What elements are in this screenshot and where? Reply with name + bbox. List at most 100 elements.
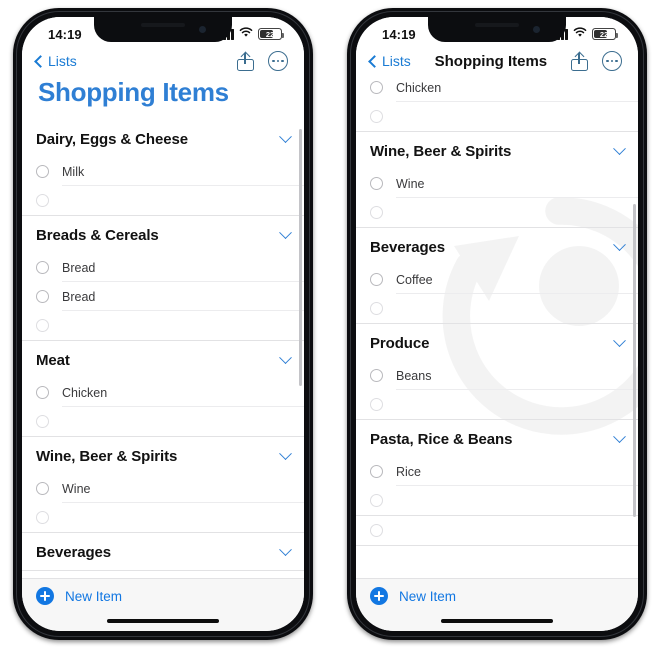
front-camera-icon: [533, 26, 540, 33]
home-indicator-area: [356, 611, 638, 631]
list-item[interactable]: Beans: [356, 361, 638, 390]
item-checkbox-empty[interactable]: [36, 415, 49, 428]
more-circle-icon[interactable]: [602, 51, 622, 71]
list-section: Beverages: [22, 533, 304, 571]
item-checkbox[interactable]: [370, 465, 383, 478]
list-section: Beverages Coffee: [356, 228, 638, 324]
section-title: Beverages: [370, 239, 445, 256]
share-icon[interactable]: [571, 51, 588, 71]
list-item[interactable]: [356, 486, 638, 515]
section-header-4[interactable]: Beverages: [22, 533, 304, 570]
list-item[interactable]: [22, 186, 304, 215]
list-item[interactable]: Chicken: [356, 73, 638, 102]
list-content: Dairy, Eggs & Cheese Milk Breads & Cereals…: [22, 120, 304, 571]
section-header-0[interactable]: Wine, Beer & Spirits: [356, 132, 638, 169]
item-checkbox[interactable]: [370, 81, 383, 94]
list-item[interactable]: [356, 198, 638, 227]
list-item[interactable]: [22, 503, 304, 532]
list-section: Produce Beans: [356, 324, 638, 420]
list-content: Chicken Wine, Beer & Spirits Wine Beverages…: [356, 73, 638, 546]
back-button[interactable]: Lists: [34, 53, 77, 69]
battery-percent-label: 22: [599, 29, 609, 39]
chevron-down-icon[interactable]: [279, 543, 292, 557]
item-checkbox-empty[interactable]: [36, 194, 49, 207]
new-item-button[interactable]: New Item: [22, 578, 304, 611]
chevron-down-icon[interactable]: [613, 238, 626, 252]
item-checkbox[interactable]: [370, 273, 383, 286]
list-item-label: Chicken: [62, 385, 108, 400]
section-header-1[interactable]: Beverages: [356, 228, 638, 265]
section-title: Pasta, Rice & Beans: [370, 431, 513, 448]
section-header-2[interactable]: Produce: [356, 324, 638, 361]
item-checkbox[interactable]: [36, 290, 49, 303]
phone-left: 14:19 22 Lists Shopping Items Dairy, Eggs & …: [13, 8, 313, 640]
list-item[interactable]: Coffee: [356, 265, 638, 294]
item-checkbox[interactable]: [370, 177, 383, 190]
list-item[interactable]: Chicken: [22, 378, 304, 407]
item-checkbox[interactable]: [36, 482, 49, 495]
list-item[interactable]: Milk: [22, 157, 304, 186]
list-item[interactable]: [356, 390, 638, 419]
earpiece-speaker: [475, 23, 519, 27]
status-bar-clock: 14:19: [382, 26, 416, 42]
item-checkbox-empty[interactable]: [36, 511, 49, 524]
list-item[interactable]: Bread: [22, 253, 304, 282]
share-icon[interactable]: [237, 51, 254, 71]
new-item-label: New Item: [399, 588, 457, 604]
chevron-left-icon: [34, 54, 47, 68]
list-item-label: Beans: [396, 368, 432, 383]
list-item-label: Bread: [62, 260, 96, 275]
section-header-3[interactable]: Wine, Beer & Spirits: [22, 437, 304, 474]
item-checkbox[interactable]: [36, 386, 49, 399]
list-item[interactable]: Bread: [22, 282, 304, 311]
list-item[interactable]: [22, 407, 304, 436]
more-circle-icon[interactable]: [268, 51, 288, 71]
front-camera-icon: [199, 26, 206, 33]
home-indicator[interactable]: [107, 619, 219, 623]
list-item[interactable]: Rice: [356, 457, 638, 486]
section-header-0[interactable]: Dairy, Eggs & Cheese: [22, 120, 304, 157]
home-indicator-area: [22, 611, 304, 631]
chevron-down-icon[interactable]: [279, 351, 292, 365]
home-indicator[interactable]: [441, 619, 553, 623]
item-checkbox-empty[interactable]: [370, 110, 383, 123]
chevron-down-icon[interactable]: [279, 226, 292, 240]
chevron-down-icon[interactable]: [279, 130, 292, 144]
list-section-partial: Chicken: [356, 73, 638, 132]
list-item[interactable]: Wine: [356, 169, 638, 198]
section-header-1[interactable]: Breads & Cereals: [22, 216, 304, 253]
chevron-down-icon[interactable]: [613, 430, 626, 444]
list-item[interactable]: [356, 516, 638, 545]
item-checkbox-empty[interactable]: [370, 206, 383, 219]
list-item[interactable]: [356, 294, 638, 323]
list-item[interactable]: [356, 102, 638, 131]
section-title: Wine, Beer & Spirits: [36, 448, 178, 465]
scrollbar[interactable]: [299, 129, 302, 386]
item-checkbox-empty[interactable]: [370, 524, 383, 537]
section-title: Beverages: [36, 544, 111, 561]
item-checkbox-empty[interactable]: [370, 494, 383, 507]
chevron-down-icon[interactable]: [613, 142, 626, 156]
item-checkbox-empty[interactable]: [370, 302, 383, 315]
section-header-3[interactable]: Pasta, Rice & Beans: [356, 420, 638, 457]
new-item-button[interactable]: New Item: [356, 578, 638, 611]
back-button-label: Lists: [382, 53, 411, 69]
battery-percent-label: 22: [265, 29, 275, 39]
chevron-down-icon[interactable]: [613, 334, 626, 348]
item-checkbox-empty[interactable]: [36, 319, 49, 332]
list-item[interactable]: [22, 311, 304, 340]
section-header-2[interactable]: Meat: [22, 341, 304, 378]
item-checkbox-empty[interactable]: [370, 398, 383, 411]
item-checkbox[interactable]: [36, 261, 49, 274]
scrollbar[interactable]: [633, 204, 636, 518]
list-container[interactable]: Chicken Wine, Beer & Spirits Wine Beverages…: [356, 73, 638, 578]
chevron-down-icon[interactable]: [279, 447, 292, 461]
list-container[interactable]: Dairy, Eggs & Cheese Milk Breads & Cereals…: [22, 120, 304, 578]
item-checkbox[interactable]: [370, 369, 383, 382]
back-button[interactable]: Lists: [368, 53, 411, 69]
item-checkbox[interactable]: [36, 165, 49, 178]
plus-circle-icon: [36, 587, 54, 605]
list-item[interactable]: Wine: [22, 474, 304, 503]
device-screen: 14:19 22 Lists Shopping Items Chicken Wine, B…: [356, 17, 638, 631]
section-title: Breads & Cereals: [36, 227, 159, 244]
